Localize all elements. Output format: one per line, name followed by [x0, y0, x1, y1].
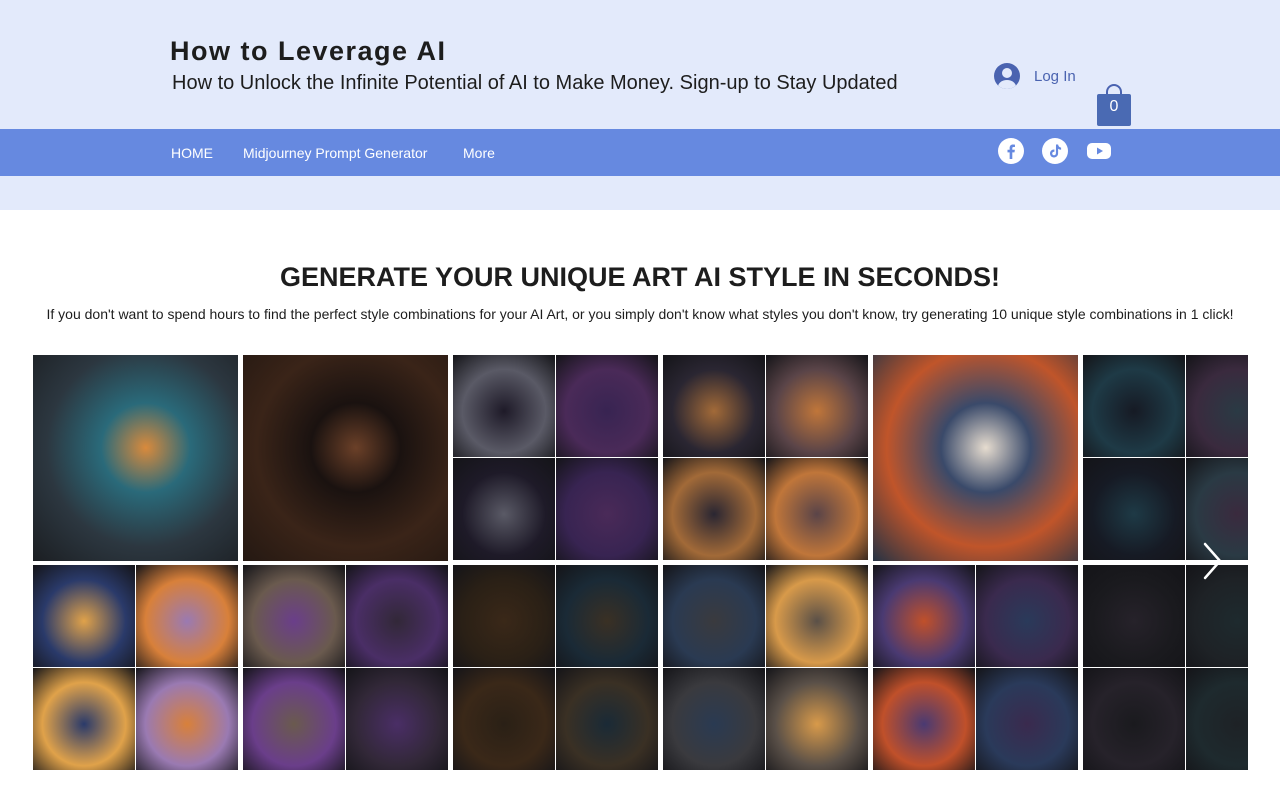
gallery-image-dog[interactable] — [1083, 355, 1248, 561]
gallery-image-quadrant — [663, 458, 765, 560]
gallery-image-quadrant — [136, 565, 238, 667]
page-headline: GENERATE YOUR UNIQUE ART AI STYLE IN SEC… — [279, 262, 1001, 292]
tiktok-icon[interactable] — [1042, 138, 1068, 164]
gallery-image-quadrant — [766, 668, 868, 770]
gallery-image-quadrant — [243, 565, 345, 667]
gallery-image-quadrant — [346, 668, 448, 770]
gallery-image-dog[interactable] — [873, 565, 1078, 770]
gallery-image-quadrant — [976, 668, 1078, 770]
gallery-image-cat[interactable] — [663, 565, 868, 770]
gallery-image-quadrant — [1083, 565, 1185, 667]
gallery-image-quadrant — [766, 565, 868, 667]
gallery-image-quadrant — [453, 458, 555, 560]
page-description: If you don't want to spend hours to find… — [46, 306, 1234, 322]
user-avatar-icon — [994, 63, 1020, 89]
gallery-image-quadrant — [556, 565, 658, 667]
gallery-image-quadrant — [1186, 668, 1248, 770]
facebook-icon[interactable] — [998, 138, 1024, 164]
gallery-image-quadrant — [556, 355, 658, 457]
gallery-image-quadrant — [453, 668, 555, 770]
gallery-image-dog[interactable] — [1083, 565, 1248, 770]
site-tagline: How to Unlock the Infinite Potential of … — [172, 72, 898, 94]
gallery-image-quadrant — [873, 565, 975, 667]
gallery-image-quadrant — [33, 565, 135, 667]
gallery-image-quadrant — [663, 668, 765, 770]
gallery-image-quadrant — [1083, 668, 1185, 770]
youtube-icon[interactable] — [1086, 138, 1112, 164]
gallery-image-quadrant — [766, 458, 868, 560]
image-gallery — [33, 355, 1248, 770]
nav-item-midjourney-prompt-generator[interactable]: Midjourney Prompt Generator — [243, 145, 427, 161]
gallery-image-quadrant — [453, 355, 555, 457]
cart-button[interactable]: 0 — [1097, 84, 1131, 126]
gallery-image-cat[interactable] — [873, 355, 1078, 561]
gallery-image-dog[interactable] — [243, 355, 448, 561]
chevron-right-icon[interactable] — [1198, 540, 1228, 582]
gallery-image-quadrant — [1083, 355, 1185, 457]
gallery-image-quadrant — [976, 565, 1078, 667]
nav-item-home[interactable]: HOME — [171, 145, 213, 161]
gallery-image-quadrant — [1186, 355, 1248, 457]
gallery-image-quadrant — [136, 668, 238, 770]
gallery-image-dog[interactable] — [453, 565, 658, 770]
gallery-image-quadrant — [663, 565, 765, 667]
gallery-image-quadrant — [556, 458, 658, 560]
gallery-image-quadrant — [873, 668, 975, 770]
gallery-image-quadrant — [766, 355, 868, 457]
site-title[interactable]: How to Leverage AI — [170, 36, 447, 67]
gallery-image-quadrant — [453, 565, 555, 667]
cart-count: 0 — [1109, 98, 1119, 115]
site-header: How to Leverage AI How to Unlock the Inf… — [0, 0, 1280, 210]
login-label: Log In — [1034, 67, 1076, 85]
gallery-image-quadrant — [556, 668, 658, 770]
gallery-image-quadrant — [243, 668, 345, 770]
gallery-image-cat[interactable] — [33, 355, 238, 561]
nav-item-more[interactable]: More — [463, 145, 495, 161]
login-button[interactable]: Log In — [994, 62, 1076, 90]
gallery-image-dog[interactable] — [33, 565, 238, 770]
gallery-image-quadrant — [663, 355, 765, 457]
gallery-image-dog[interactable] — [453, 355, 658, 561]
gallery-image-dog[interactable] — [243, 565, 448, 770]
gallery-image-cat[interactable] — [663, 355, 868, 561]
gallery-image-quadrant — [346, 565, 448, 667]
gallery-image-quadrant — [33, 668, 135, 770]
gallery-image-quadrant — [1083, 458, 1185, 560]
